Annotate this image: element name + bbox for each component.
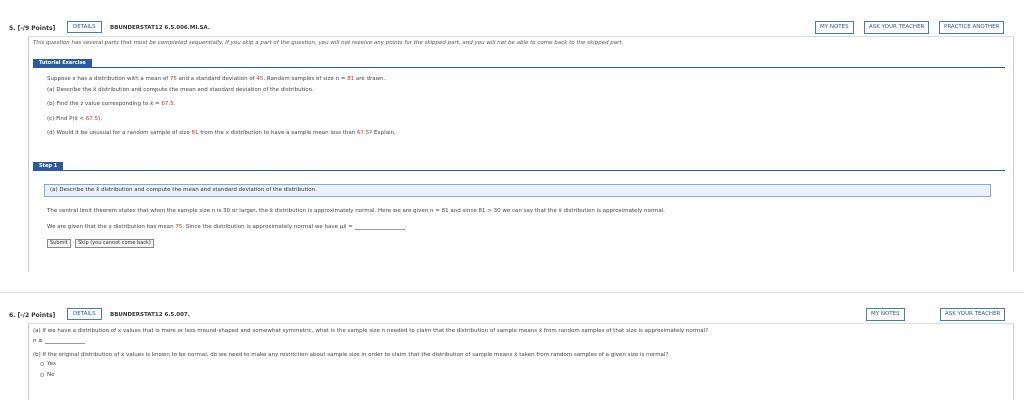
problem-intro: Suppose x has a distribution with a mean… [47,76,386,82]
option-no[interactable]: No [40,372,54,378]
question-5-header: 5. [-/9 Points] DETAILS BBUNDERSTAT12 6.… [0,18,1024,38]
question-separator [0,292,1024,293]
q6-part-b-text: (b) If the original distribution of x va… [33,352,669,358]
radio-no[interactable] [40,372,44,377]
practice-another-button[interactable]: PRACTICE ANOTHER [939,21,1005,34]
tutorial-divider [33,67,1005,68]
part-c-text: (c) Find P(x̄ < 67.5). [47,116,103,122]
skip-button[interactable]: Skip (you cannot come back) [75,239,154,248]
sample-size-input[interactable] [44,337,85,344]
part-d-text: (d) Would it be unusual for a random sam… [47,130,396,136]
tutorial-label: Tutorial Exercise [33,59,92,67]
question-6-panel [28,323,1014,400]
radio-yes[interactable] [40,361,44,366]
details-button[interactable]: DETAILS [67,21,102,33]
question-code: BBUNDERSTAT12 6.5.006.MI.SA. [110,25,210,31]
step-1-prompt: (a) Describe the x̄ distribution and com… [44,184,991,197]
question-number: 6. [-/2 Points] [9,312,56,319]
submit-button[interactable]: Submit [47,239,71,248]
details-button[interactable]: DETAILS [67,308,102,320]
question-code: BBUNDERSTAT12 6.5.007. [110,312,190,318]
ask-teacher-button[interactable]: ASK YOUR TEACHER [864,21,930,34]
step-label: Step 1 [33,162,64,170]
option-yes[interactable]: Yes [40,361,56,367]
my-notes-button[interactable]: MY NOTES [815,21,854,34]
my-notes-button[interactable]: MY NOTES [866,308,905,321]
question-6-header: 6. [-/2 Points] DETAILS BBUNDERSTAT12 6.… [0,305,1024,325]
ask-teacher-button[interactable]: ASK YOUR TEACHER [940,308,1006,321]
question-number: 5. [-/9 Points] [9,25,56,32]
part-b-text: (b) Find the z value corresponding to x̄… [47,101,176,107]
sample-size-prompt: n ≥ [33,337,85,344]
mean-sentence: We are given that the x distribution has… [47,223,407,230]
question-5-panel [28,36,1014,272]
part-a-text: (a) Describe the x̄ distribution and com… [47,87,314,93]
mean-answer-input[interactable] [354,223,405,230]
q6-part-a-text: (a) If we have a distribution of x value… [33,328,709,334]
step-divider [33,170,1005,171]
sequential-warning: This question has several parts that mus… [33,40,624,46]
clt-explanation: The central limit theorem states that wh… [47,208,666,214]
